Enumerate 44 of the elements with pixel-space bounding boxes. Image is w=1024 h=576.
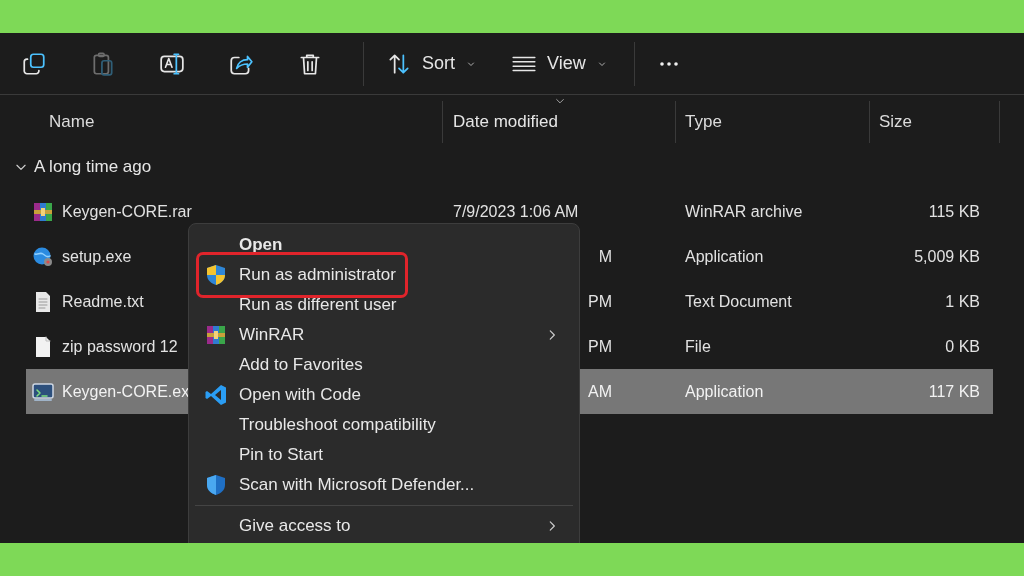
date-cell-text: AM — [588, 381, 612, 402]
file-name[interactable]: zip password 12 — [62, 334, 178, 359]
type-cell-text: Text Document — [685, 291, 792, 312]
menu-item[interactable]: Give access to — [193, 511, 575, 541]
file-name[interactable]: Keygen-CORE.ex — [62, 379, 190, 404]
column-header[interactable]: Date modified — [443, 101, 676, 143]
column-header[interactable]: Size — [870, 101, 1000, 143]
shield-icon — [204, 263, 228, 287]
date-cell-text: M — [598, 246, 612, 267]
date-cell-text: PM — [588, 291, 612, 312]
type-cell-text: Application — [685, 381, 764, 402]
menu-item[interactable]: Open — [193, 230, 575, 260]
size-cell-text: 115 KB — [928, 201, 980, 222]
size-cell-text: 117 KB — [928, 381, 980, 402]
rename-icon — [159, 50, 185, 77]
shield-icon — [204, 473, 228, 497]
menu-item[interactable]: Pin to Start — [193, 440, 575, 470]
type-cell-text: WinRAR archive — [685, 201, 803, 222]
date-cell-text: PM — [588, 336, 612, 357]
date-cell-text: 7/9/2023 1:06 AM — [453, 201, 579, 222]
type-cell-text: Application — [685, 246, 764, 267]
menu-item[interactable]: Open with Code — [193, 380, 575, 410]
column-header[interactable]: Name — [0, 101, 443, 143]
group-header[interactable]: A long time ago — [14, 154, 152, 180]
type-cell-text: File — [685, 336, 711, 357]
size-cell-text: 5,009 KB — [914, 246, 980, 267]
file-name[interactable]: Keygen-CORE.rar — [62, 199, 192, 224]
menu-item[interactable]: Troubleshoot compatibility — [193, 410, 575, 440]
paste-icon — [90, 50, 116, 77]
file-name[interactable]: setup.exe — [62, 244, 132, 269]
menu-item[interactable]: Run as different user — [193, 290, 575, 320]
menu-item[interactable]: Scan with Microsoft Defender... — [193, 470, 575, 500]
menu-item[interactable]: Add to Favorites — [193, 350, 575, 380]
menu-item[interactable]: WinRAR — [193, 320, 575, 350]
code-editor-icon — [204, 383, 228, 407]
menu-item[interactable]: Run as administrator — [193, 260, 575, 290]
column-header[interactable]: Type — [676, 101, 870, 143]
view-button[interactable]: View — [501, 41, 618, 86]
size-cell-text: 0 KB — [945, 336, 980, 357]
sort-button[interactable]: Sort — [376, 41, 487, 86]
size-cell-text: 1 KB — [945, 291, 980, 312]
copy-icon — [21, 50, 47, 77]
books-icon — [204, 323, 228, 347]
file-name[interactable]: Readme.txt — [62, 289, 144, 314]
